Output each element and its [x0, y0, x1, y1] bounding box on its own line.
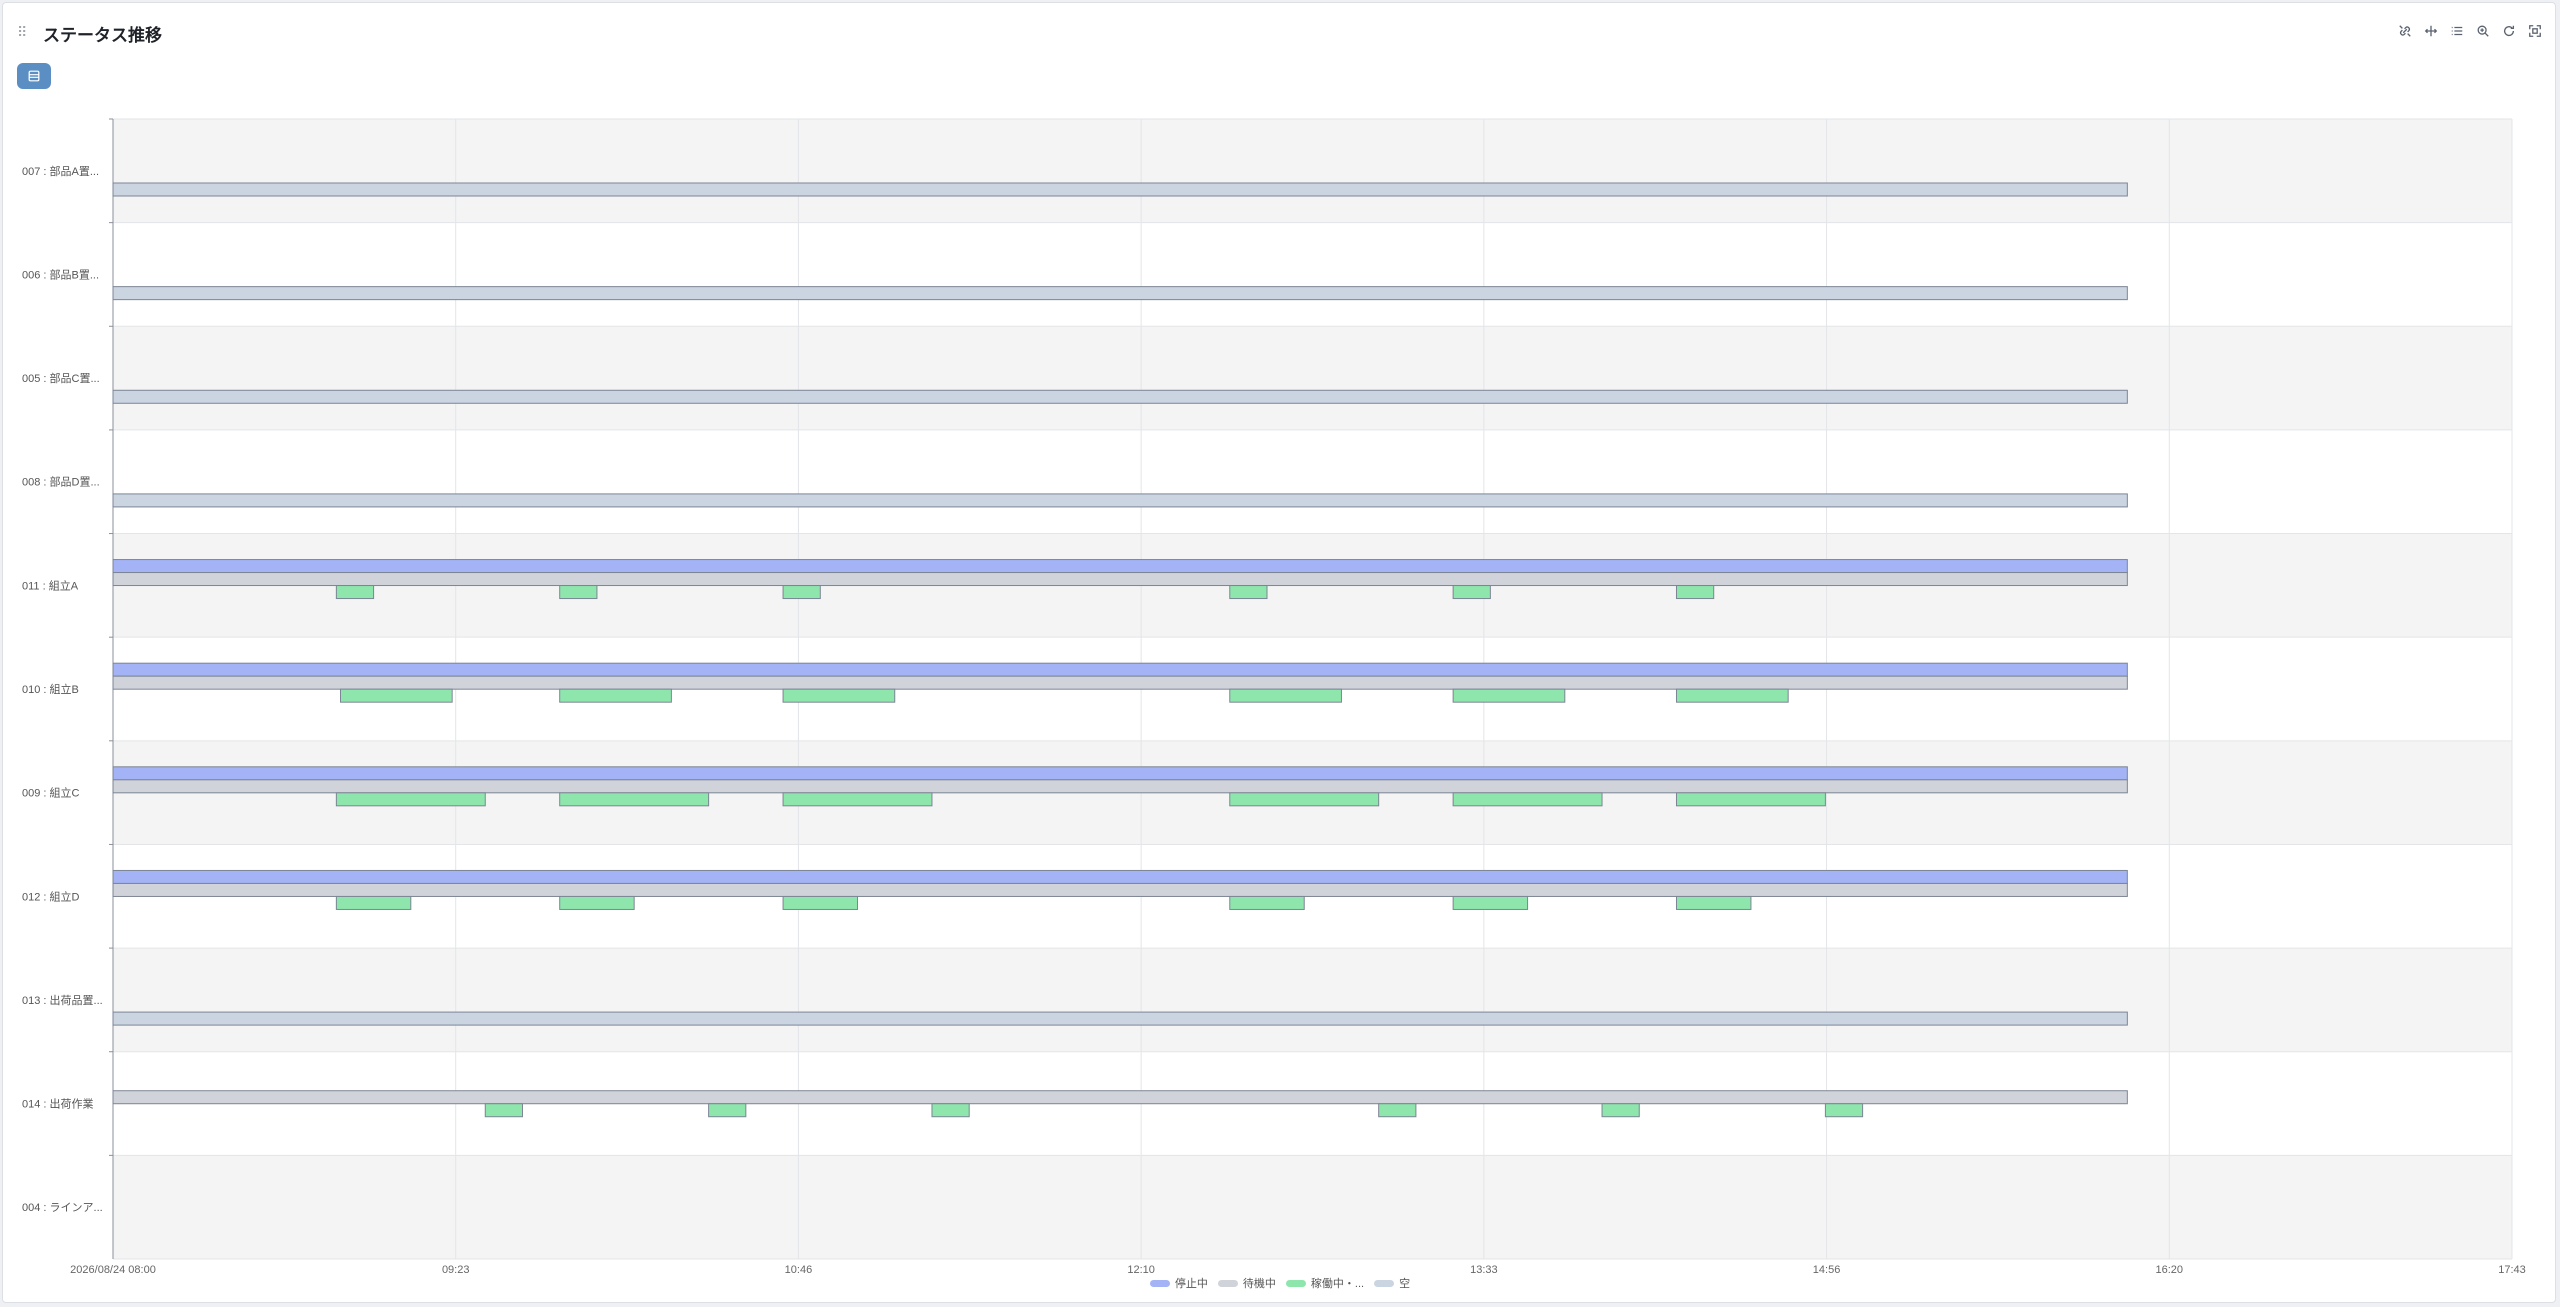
bar-running[interactable]	[1675, 792, 1826, 807]
row-band	[113, 119, 2512, 223]
bar-empty[interactable]	[112, 182, 2128, 197]
bar-running[interactable]	[782, 792, 933, 807]
row-label: 011 : 組立A	[22, 578, 79, 592]
legend-swatch	[1285, 1279, 1306, 1287]
bar-running[interactable]	[339, 688, 453, 703]
bar-waiting[interactable]	[112, 779, 2128, 794]
bar-running[interactable]	[1452, 895, 1529, 910]
legend-label: 待機中	[1242, 1278, 1276, 1290]
bar-running[interactable]	[335, 585, 375, 600]
legend-swatch	[1374, 1279, 1395, 1287]
row-band	[113, 948, 2512, 1052]
row-label: 004 : ラインア...	[22, 1202, 103, 1214]
row-label: 013 : 出荷品置...	[22, 993, 103, 1007]
bar-empty[interactable]	[112, 389, 2128, 404]
bar-running[interactable]	[1675, 585, 1715, 600]
bar-running[interactable]	[1229, 895, 1305, 910]
bar-waiting[interactable]	[112, 1090, 2128, 1105]
legend-item-running[interactable]: 稼働中・...	[1285, 1275, 1365, 1291]
row-label: 006 : 部品B置...	[22, 267, 99, 281]
chart-legend: 停止中 待機中 稼働中・... 空	[0, 1275, 2560, 1291]
bar-running[interactable]	[1378, 1103, 1417, 1118]
legend-item-empty[interactable]: 空	[1374, 1275, 1410, 1291]
bar-running[interactable]	[335, 792, 486, 807]
bar-empty[interactable]	[112, 1011, 2128, 1026]
bar-running[interactable]	[782, 585, 821, 600]
bar-running[interactable]	[931, 1103, 970, 1118]
legend-swatch	[1217, 1279, 1238, 1287]
row-band	[113, 326, 2512, 430]
bar-running[interactable]	[559, 585, 598, 600]
bar-running[interactable]	[559, 792, 710, 807]
bar-running[interactable]	[335, 895, 412, 910]
legend-swatch	[1149, 1279, 1170, 1287]
legend-label: 稼働中・...	[1310, 1278, 1365, 1290]
bar-running[interactable]	[1229, 792, 1380, 807]
legend-item-stopped[interactable]: 停止中	[1149, 1275, 1208, 1291]
row-label: 014 : 出荷作業	[22, 1097, 94, 1111]
bar-waiting[interactable]	[112, 572, 2128, 587]
bar-running[interactable]	[1824, 1103, 1864, 1118]
bar-stopped[interactable]	[112, 662, 2128, 677]
bar-running[interactable]	[1675, 688, 1789, 703]
bar-running[interactable]	[782, 895, 859, 910]
bar-empty[interactable]	[112, 286, 2128, 301]
bar-stopped[interactable]	[112, 869, 2128, 884]
bar-running[interactable]	[708, 1103, 747, 1118]
row-label: 009 : 組立C	[22, 786, 80, 800]
row-label: 012 : 組立D	[22, 889, 80, 903]
bar-running[interactable]	[1229, 688, 1342, 703]
row-band	[113, 1155, 2512, 1259]
row-label: 010 : 組立B	[22, 682, 79, 696]
bar-running[interactable]	[1675, 895, 1752, 910]
timeline-chart: 2026/08/24 08:00 09:23 10:46 12:10 13:33 14:5…	[22, 118, 2526, 1276]
bar-running[interactable]	[1452, 688, 1566, 703]
legend-label: 空	[1399, 1278, 1411, 1290]
bar-stopped[interactable]	[112, 766, 2128, 781]
row-label: 008 : 部品D置...	[22, 475, 100, 489]
bar-running[interactable]	[559, 688, 672, 703]
row-label: 007 : 部品A置...	[22, 164, 99, 178]
bar-running[interactable]	[1452, 792, 1603, 807]
legend-item-waiting[interactable]: 待機中	[1217, 1275, 1276, 1291]
bar-waiting[interactable]	[112, 675, 2128, 690]
bar-running[interactable]	[559, 895, 635, 910]
bar-running[interactable]	[1229, 585, 1268, 600]
bar-running[interactable]	[1452, 585, 1491, 600]
row-band	[113, 429, 2512, 534]
bar-running[interactable]	[484, 1103, 523, 1118]
bar-running[interactable]	[782, 688, 896, 703]
row-band	[113, 222, 2512, 327]
bar-stopped[interactable]	[112, 559, 2128, 574]
row-label: 005 : 部品C置...	[22, 371, 100, 385]
bar-running[interactable]	[1601, 1103, 1640, 1118]
bar-empty[interactable]	[112, 493, 2128, 508]
legend-label: 停止中	[1174, 1278, 1208, 1290]
bar-waiting[interactable]	[112, 882, 2128, 897]
